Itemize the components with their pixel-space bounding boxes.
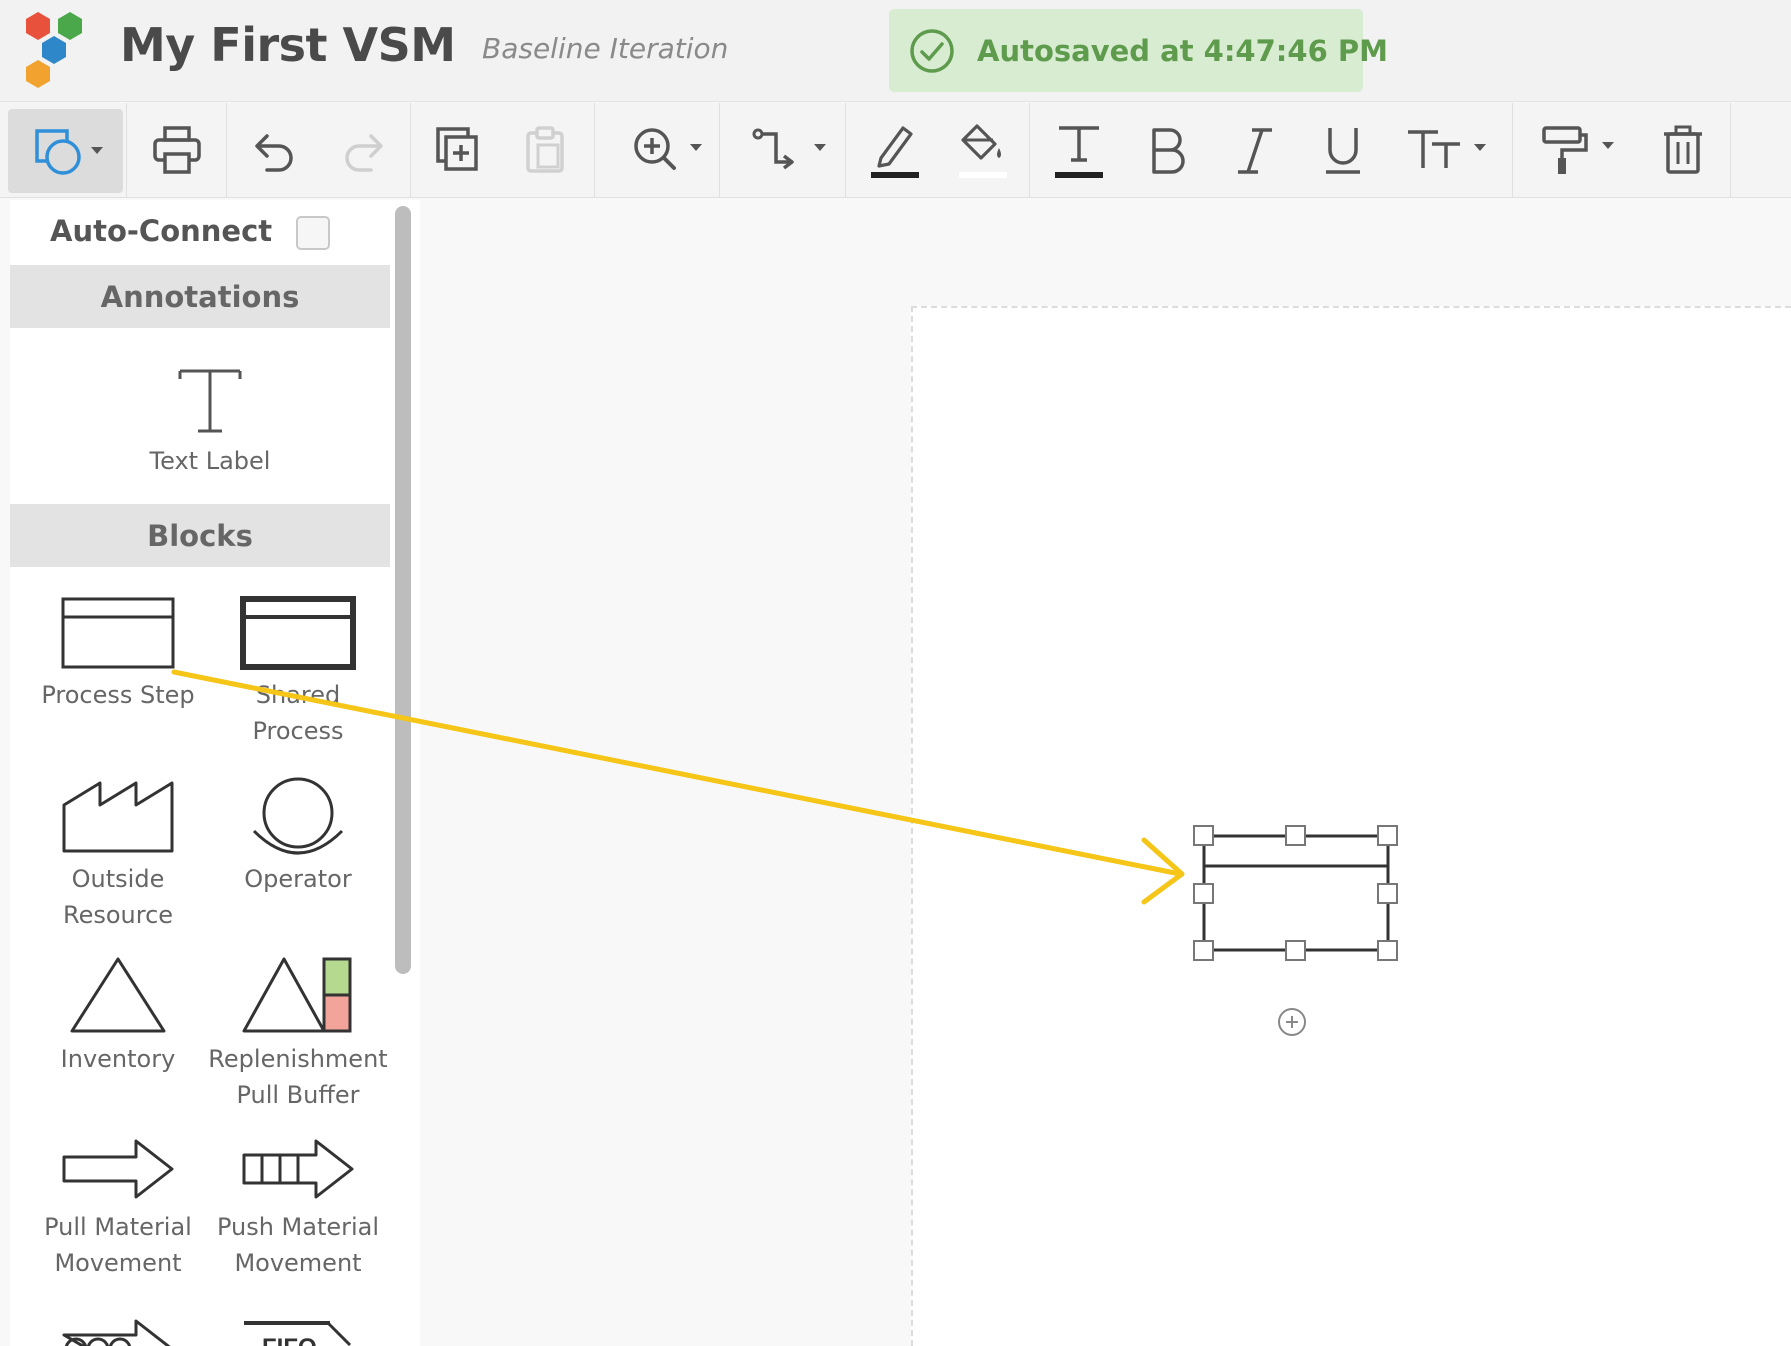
shared-process-icon <box>240 596 356 670</box>
canvas-page[interactable] <box>911 306 1791 1346</box>
text-size-icon <box>1407 130 1486 168</box>
push-material-movement-shape[interactable]: Push Material Movement <box>208 1135 388 1281</box>
process-step-icon <box>61 597 175 669</box>
auto-connect-checkbox[interactable] <box>296 216 330 250</box>
operator-shape[interactable]: Operator <box>208 775 388 897</box>
redo-icon <box>344 134 383 172</box>
clipboard-icon <box>525 126 564 173</box>
format-painter-menu-button[interactable] <box>1518 103 1633 197</box>
connector-icon <box>752 128 826 170</box>
supermarket-arrow-icon <box>62 1319 171 1346</box>
paste-button[interactable] <box>502 103 587 197</box>
shapes-menu-button[interactable] <box>8 109 123 193</box>
supermarket-shape[interactable] <box>28 1315 208 1346</box>
duplicate-button[interactable] <box>414 103 499 197</box>
duplicate-icon <box>435 127 478 171</box>
autosave-text: Autosaved at 4:47:46 PM <box>977 33 1388 68</box>
underline-icon <box>1325 128 1360 174</box>
undo-icon <box>254 134 293 172</box>
check-circle-icon <box>910 28 954 73</box>
paint-roller-icon <box>1541 126 1614 174</box>
text-label-shape[interactable]: Text Label <box>120 365 300 479</box>
trash-icon <box>1663 125 1702 174</box>
autosave-status-badge: Autosaved at 4:47:46 PM <box>889 9 1388 92</box>
print-button[interactable] <box>132 103 222 197</box>
app-logo-icon[interactable] <box>24 10 88 90</box>
factory-icon <box>62 781 174 853</box>
document-title[interactable]: My First VSM <box>120 18 456 72</box>
text-label-icon <box>178 369 242 433</box>
pull-material-movement-label: Pull Material Movement <box>44 1213 192 1277</box>
annotations-section-header[interactable]: Annotations <box>10 265 390 328</box>
connector-menu-button[interactable] <box>724 103 839 197</box>
zoom-menu-button[interactable] <box>600 103 715 197</box>
line-color-button[interactable] <box>850 103 940 197</box>
bold-icon <box>1151 128 1185 174</box>
italic-icon <box>1237 128 1272 174</box>
inventory-shape[interactable]: Inventory <box>28 955 208 1077</box>
arrow-right-icon <box>62 1139 174 1199</box>
paint-bucket-icon <box>958 124 1007 178</box>
toolbar <box>0 103 1791 198</box>
diagram-canvas[interactable] <box>420 199 1791 1346</box>
triangle-icon <box>70 957 166 1033</box>
zoom-in-icon <box>633 128 702 170</box>
italic-button[interactable] <box>1212 103 1297 197</box>
shapes-icon <box>34 129 103 175</box>
blocks-section-header[interactable]: Blocks <box>10 504 390 567</box>
operator-icon <box>252 777 344 855</box>
pull-material-movement-shape[interactable]: Pull Material Movement <box>28 1135 208 1281</box>
push-material-movement-label: Push Material Movement <box>216 1213 380 1277</box>
app-header: My First VSM Baseline Iteration Autosave… <box>0 0 1791 102</box>
process-step-shape[interactable]: Process Step <box>28 595 208 713</box>
outside-resource-label: Outside Resource <box>62 865 174 929</box>
shape-palette: Auto-Connect Annotations Text Label Bloc… <box>10 200 420 1346</box>
fill-color-button[interactable] <box>940 103 1025 197</box>
undo-button[interactable] <box>230 103 315 197</box>
bold-button[interactable] <box>1124 103 1209 197</box>
underline-button[interactable] <box>1300 103 1385 197</box>
pen-icon <box>871 126 919 178</box>
process-step-label: Process Step <box>41 681 195 709</box>
operator-label: Operator <box>244 865 352 893</box>
auto-connect-row[interactable]: Auto-Connect <box>10 200 390 265</box>
fifo-lane-shape[interactable]: FIFO <box>208 1315 388 1346</box>
printer-icon <box>153 126 201 174</box>
shared-process-shape[interactable]: Shared Process <box>208 595 388 749</box>
delete-button[interactable] <box>1640 103 1725 197</box>
text-size-menu-button[interactable] <box>1390 103 1505 197</box>
replenishment-pull-buffer-shape[interactable]: Replenishment Pull Buffer <box>208 955 388 1113</box>
push-arrow-icon <box>242 1139 354 1199</box>
text-color-button[interactable] <box>1034 103 1124 197</box>
inventory-label: Inventory <box>60 1045 176 1073</box>
shared-process-label: Shared Process <box>252 681 344 745</box>
iteration-name[interactable]: Baseline Iteration <box>482 32 728 65</box>
redo-button[interactable] <box>322 103 407 197</box>
replenishment-pull-buffer-label: Replenishment Pull Buffer <box>208 1045 388 1109</box>
palette-scrollbar[interactable] <box>395 206 411 974</box>
outside-resource-shape[interactable]: Outside Resource <box>28 775 208 933</box>
text-color-icon <box>1055 126 1103 178</box>
fifo-text: FIFO <box>262 1334 317 1346</box>
auto-connect-label: Auto-Connect <box>50 214 273 248</box>
text-label-label: Text Label <box>149 447 271 475</box>
pull-buffer-icon <box>242 957 352 1033</box>
fifo-arrow-icon: FIFO <box>244 1321 352 1346</box>
